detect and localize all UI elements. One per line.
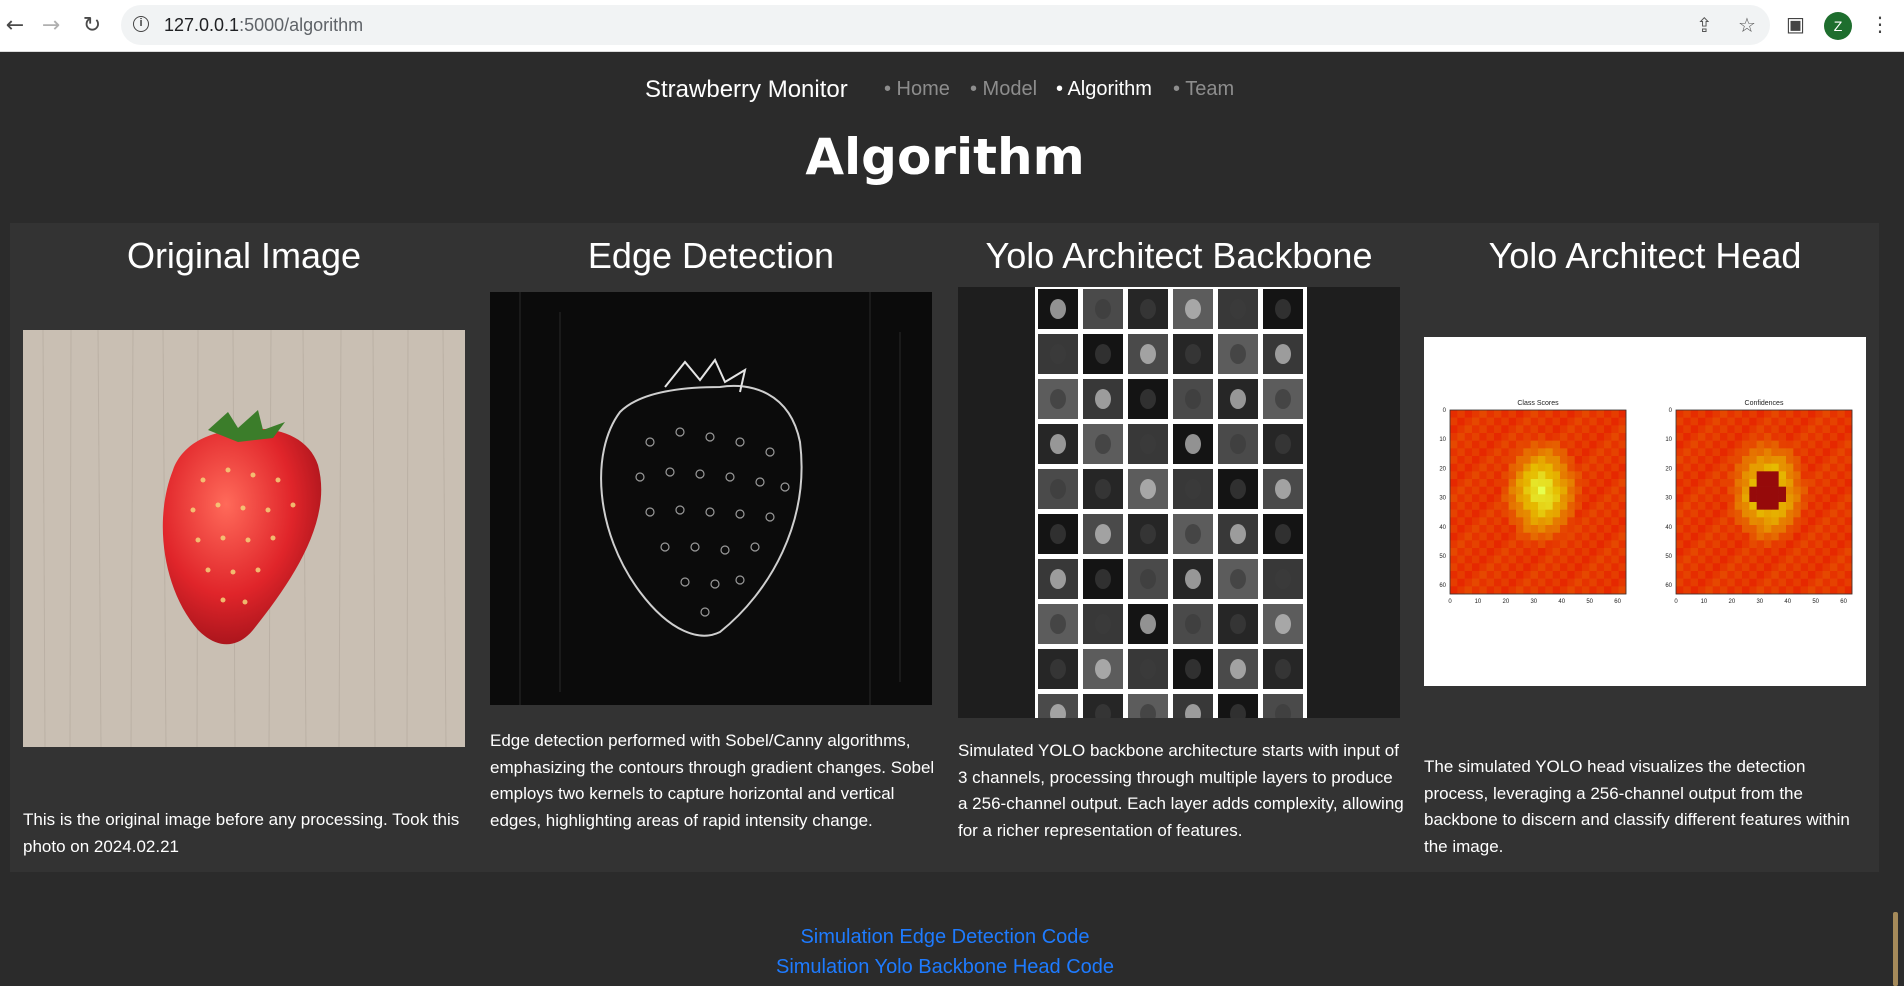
- y-tick-label: 30: [1439, 496, 1446, 502]
- url-host: 127.0.0.1: [164, 15, 240, 35]
- card-text-backbone: Simulated YOLO backbone architecture sta…: [958, 741, 1404, 840]
- avatar[interactable]: Z: [1824, 12, 1852, 40]
- yolo-backbone-head-code-link[interactable]: Simulation Yolo Backbone Head Code: [0, 956, 1890, 979]
- brand-title[interactable]: Strawberry Monitor: [645, 76, 848, 104]
- yolo-head-image: Class Scores Confidences 0 10 20 30 40 50 60 0 1…: [1424, 337, 1866, 686]
- x-tick-label: 50: [1812, 599, 1819, 605]
- x-tick-label: 40: [1784, 599, 1791, 605]
- arrow-left-icon[interactable]: ←: [0, 10, 30, 40]
- yolo-backbone-image: [958, 287, 1400, 718]
- star-icon[interactable]: ☆: [1738, 13, 1756, 37]
- card-title-backbone: Yolo Architect Backbone: [985, 235, 1373, 276]
- x-tick-label: 20: [1729, 599, 1736, 605]
- x-tick-label: 10: [1701, 599, 1708, 605]
- card-title-original: Original Image: [126, 235, 362, 276]
- x-tick-label: 60: [1840, 599, 1847, 605]
- card-text-head: The simulated YOLO head visualizes the d…: [1424, 757, 1850, 856]
- x-tick-label: 50: [1586, 599, 1593, 605]
- page-title: Algorithm: [805, 128, 1085, 186]
- reload-icon[interactable]: ↻: [77, 10, 107, 40]
- nav-home[interactable]: • Home: [884, 78, 950, 101]
- x-tick-label: 10: [1475, 599, 1482, 605]
- y-tick-label: 60: [1665, 583, 1672, 589]
- y-tick-label: 60: [1439, 583, 1446, 589]
- y-tick-label: 10: [1439, 437, 1446, 443]
- x-tick-label: 30: [1530, 599, 1537, 605]
- y-tick-label: 0: [1669, 408, 1673, 414]
- y-tick-label: 40: [1665, 525, 1672, 531]
- y-tick-label: 0: [1443, 408, 1447, 414]
- y-tick-label: 50: [1665, 554, 1672, 560]
- x-tick-label: 60: [1614, 599, 1621, 605]
- url-text[interactable]: 127.0.0.1:5000/algorithm: [164, 15, 363, 36]
- arrow-right-icon[interactable]: →: [36, 10, 66, 40]
- side-panel-icon[interactable]: ▣: [1786, 12, 1805, 36]
- menu-icon[interactable]: ⋮: [1870, 12, 1890, 36]
- card-text-original: This is the original image before any pr…: [23, 810, 460, 856]
- card-title-head: Yolo Architect Head: [1488, 235, 1802, 276]
- x-tick-label: 40: [1558, 599, 1565, 605]
- y-tick-label: 20: [1665, 466, 1672, 472]
- plot-title-class-scores: Class Scores: [1517, 400, 1559, 407]
- y-tick-label: 50: [1439, 554, 1446, 560]
- card-title-edge: Edge Detection: [587, 235, 835, 276]
- x-tick-label: 30: [1756, 599, 1763, 605]
- edge-detection-code-link[interactable]: Simulation Edge Detection Code: [0, 926, 1890, 949]
- browser-toolbar: ← → ↻ i 127.0.0.1:5000/algorithm ⇪ ☆ ▣ Z…: [0, 0, 1904, 52]
- share-icon[interactable]: ⇪: [1696, 13, 1713, 37]
- y-tick-label: 40: [1439, 525, 1446, 531]
- nav-model[interactable]: • Model: [970, 78, 1037, 101]
- y-tick-label: 10: [1665, 437, 1672, 443]
- original-strawberry-image: [23, 330, 465, 747]
- y-tick-label: 30: [1665, 496, 1672, 502]
- site-info-icon[interactable]: i: [133, 16, 149, 32]
- nav-team[interactable]: • Team: [1173, 78, 1234, 101]
- url-path: :5000/algorithm: [239, 15, 364, 35]
- x-tick-label: 0: [1674, 599, 1678, 605]
- x-tick-label: 0: [1448, 599, 1452, 605]
- nav-algorithm[interactable]: • Algorithm: [1056, 78, 1152, 101]
- x-tick-label: 20: [1503, 599, 1510, 605]
- edge-detection-image: [490, 292, 932, 705]
- plot-title-confidences: Confidences: [1745, 400, 1784, 407]
- scrollbar-thumb[interactable]: [1893, 912, 1898, 986]
- y-tick-label: 20: [1439, 466, 1446, 472]
- card-text-edge: Edge detection performed with Sobel/Cann…: [490, 731, 935, 830]
- address-bar[interactable]: i 127.0.0.1:5000/algorithm ⇪ ☆: [121, 5, 1770, 45]
